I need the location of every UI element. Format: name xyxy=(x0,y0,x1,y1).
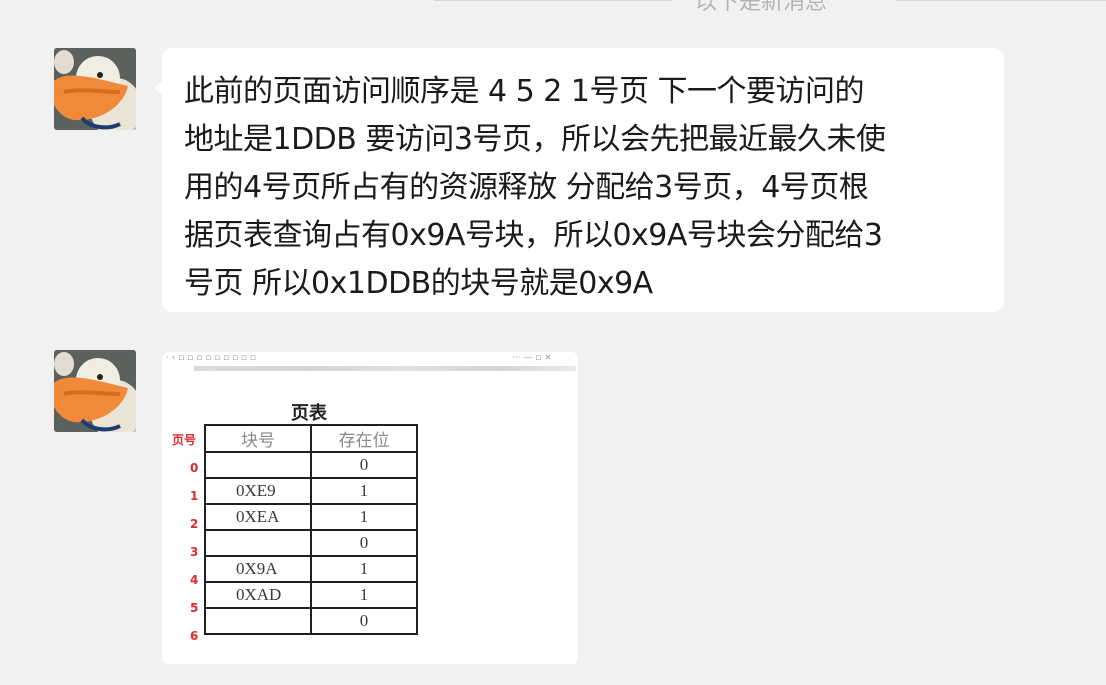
page-number: 3 xyxy=(190,545,199,559)
block-cell xyxy=(204,607,312,635)
page-number: 0 xyxy=(190,461,199,475)
message-line: 地址是1DDB 要访问3号页，所以会先把最近最久未使 xyxy=(184,122,886,157)
table-row: 0XAD 1 xyxy=(204,581,418,609)
new-messages-divider: 以下是新消息 xyxy=(0,0,1106,15)
block-cell: 0XE9 xyxy=(204,477,312,505)
cartoon-dog-avatar-icon xyxy=(54,48,136,130)
message-line: 此前的页面访问顺序是 4 5 2 1号页 下一个要访问的 xyxy=(184,74,865,109)
page-number: 6 xyxy=(190,629,199,643)
table-row: 0 xyxy=(204,451,418,479)
present-cell: 0 xyxy=(310,451,418,479)
cartoon-dog-avatar-icon xyxy=(54,350,136,432)
message-line: 号页 所以0x1DDB的块号就是0x9A xyxy=(184,266,653,301)
image-message[interactable]: · ‹ ▫ ▫ ▫ ▫ ▫ ▫ ▫ ▫ ▫ ··· — ▫ × 页表 页号 块号… xyxy=(162,352,578,664)
block-cell xyxy=(204,529,312,557)
message-line: 用的4号页所占有的资源释放 分配给3号页，4号页根 xyxy=(184,170,869,205)
table-row: 0XE9 1 xyxy=(204,477,418,505)
block-cell: 0XEA xyxy=(204,503,312,531)
table-header-row: 块号 存在位 xyxy=(204,424,418,453)
divider-line-right xyxy=(896,0,1106,1)
image-blurred-text xyxy=(194,366,576,371)
divider-line-left xyxy=(434,0,672,1)
toolbar-glyphs: · ‹ ▫ ▫ ▫ ▫ ▫ ▫ ▫ ▫ ▫ xyxy=(166,353,256,363)
block-cell xyxy=(204,451,312,479)
image-toolbar-strip: · ‹ ▫ ▫ ▫ ▫ ▫ ▫ ▫ ▫ ▫ ··· — ▫ × xyxy=(162,352,578,364)
page-number-header: 页号 xyxy=(172,433,197,447)
sender-avatar[interactable] xyxy=(54,350,136,432)
table-row: 0XEA 1 xyxy=(204,503,418,531)
table-row: 0 xyxy=(204,607,418,635)
text-message-bubble[interactable]: 此前的页面访问顺序是 4 5 2 1号页 下一个要访问的 地址是1DDB 要访问3… xyxy=(154,48,1004,312)
present-cell: 1 xyxy=(310,477,418,505)
sender-avatar[interactable] xyxy=(54,48,136,130)
present-cell: 1 xyxy=(310,503,418,531)
table-row: 0 xyxy=(204,529,418,557)
page-table-title: 页表 xyxy=(291,403,327,424)
page-number: 5 xyxy=(190,601,199,615)
page-number: 1 xyxy=(190,489,199,503)
block-cell: 0XAD xyxy=(204,581,312,609)
message-text: 此前的页面访问顺序是 4 5 2 1号页 下一个要访问的 地址是1DDB 要访问3… xyxy=(162,48,1004,308)
toolbar-glyphs: ··· — ▫ × xyxy=(512,353,552,363)
page-number-column: 0 1 2 3 4 5 6 xyxy=(190,454,204,650)
present-cell: 1 xyxy=(310,581,418,609)
page-number: 2 xyxy=(190,517,199,531)
block-number-header: 块号 xyxy=(204,424,312,453)
present-cell: 0 xyxy=(310,607,418,635)
message-line: 据页表查询占有0x9A号块，所以0x9A号块会分配给3 xyxy=(184,218,883,253)
page-table: 块号 存在位 0 0XE9 1 0XEA 1 0 0X9A 1 0XAD 1 0 xyxy=(204,424,418,635)
table-row: 0X9A 1 xyxy=(204,555,418,583)
page-number: 4 xyxy=(190,573,199,587)
present-cell: 0 xyxy=(310,529,418,557)
present-bit-header: 存在位 xyxy=(310,424,418,453)
new-messages-label: 以下是新消息 xyxy=(695,0,828,15)
block-cell: 0X9A xyxy=(204,555,312,583)
present-cell: 1 xyxy=(310,555,418,583)
